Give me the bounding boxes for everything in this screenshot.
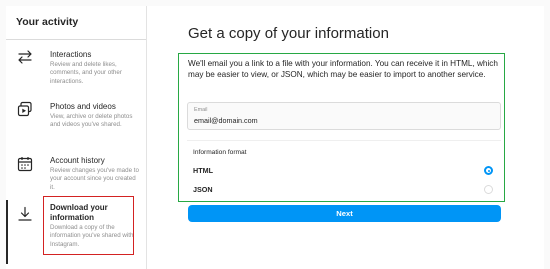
- information-format-title: Information format: [193, 149, 247, 156]
- intro-text: We'll email you a link to a file with yo…: [188, 59, 498, 79]
- sidebar-item-label: Photos and videos: [50, 102, 116, 111]
- sidebar-item-account-history[interactable]: Account history Review changes you've ma…: [6, 149, 146, 197]
- sidebar-divider: [6, 39, 146, 40]
- format-option-json-label[interactable]: JSON: [193, 185, 213, 194]
- interactions-arrows-icon: [18, 50, 32, 64]
- page-title: Get a copy of your information: [188, 25, 389, 42]
- photos-videos-icon: [17, 101, 32, 117]
- next-button[interactable]: Next: [188, 205, 501, 222]
- app-frame: Your activity Interactions Review and de…: [0, 0, 550, 269]
- calendar-icon: [17, 157, 33, 172]
- download-icon: [18, 206, 32, 221]
- sidebar-item-label: Interactions: [50, 50, 92, 59]
- sidebar-item-description: View, archive or delete photos and video…: [50, 113, 133, 129]
- main-panel: Get a copy of your information We'll ema…: [147, 6, 544, 269]
- sidebar-item-photos-videos[interactable]: Photos and videos View, archive or delet…: [6, 95, 146, 143]
- format-option-html-radio[interactable]: [484, 166, 493, 175]
- section-divider: [187, 140, 501, 141]
- sidebar-item-label: Account history: [50, 156, 105, 165]
- email-field-label: Email: [194, 107, 208, 113]
- email-field-value[interactable]: email@domain.com: [194, 116, 258, 125]
- sidebar-item-description: Review changes you've made to your accou…: [50, 167, 139, 191]
- email-field[interactable]: Email email@domain.com: [187, 102, 501, 130]
- sidebar-item-description: Review and delete likes, comments, and y…: [50, 61, 122, 85]
- highlight-annotation-red: [43, 196, 134, 255]
- format-option-html-label[interactable]: HTML: [193, 166, 213, 175]
- format-option-json-radio[interactable]: [484, 185, 493, 194]
- sidebar-item-interactions[interactable]: Interactions Review and delete likes, co…: [6, 43, 146, 85]
- sidebar-title: Your activity: [16, 16, 79, 28]
